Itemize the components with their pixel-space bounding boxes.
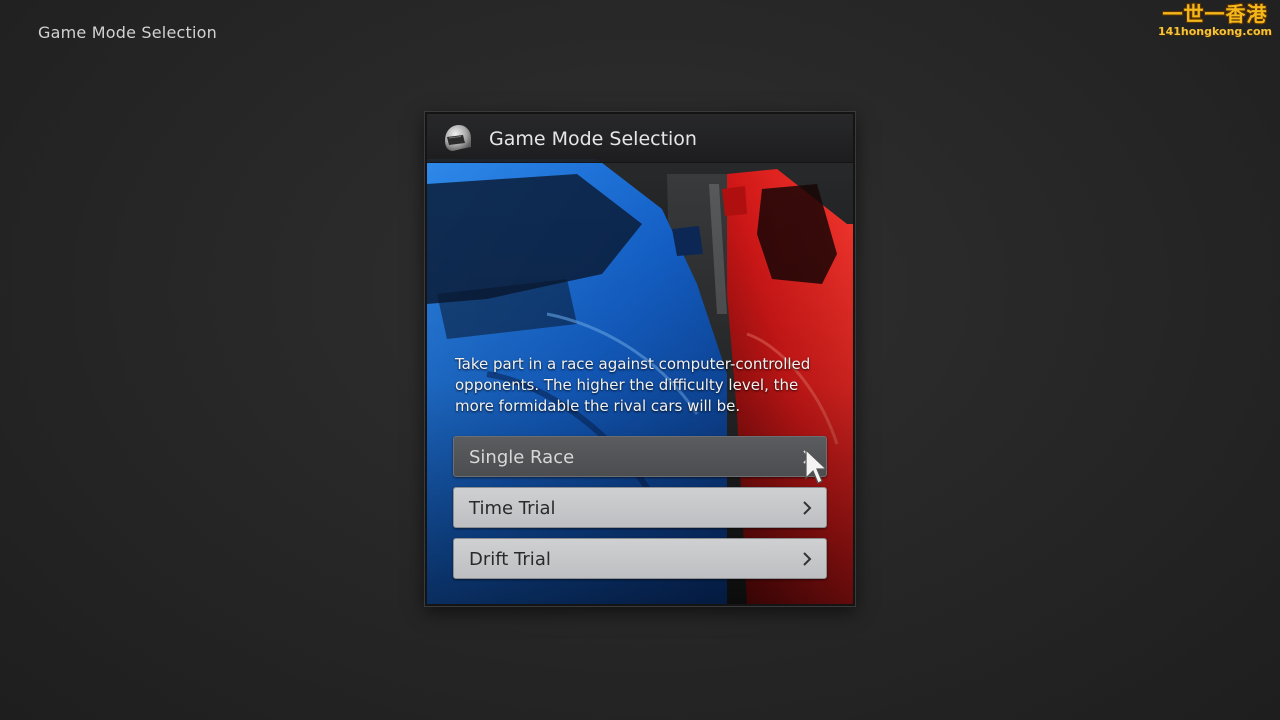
chevron-right-icon: [803, 552, 812, 566]
game-mode-panel: Game Mode Selection Take part in a race …: [425, 112, 855, 606]
single-race-button[interactable]: Single Race: [453, 436, 827, 477]
screen-title: Game Mode Selection: [38, 23, 217, 42]
panel-header: Game Mode Selection: [427, 114, 853, 163]
drift-trial-label: Drift Trial: [469, 549, 551, 570]
time-trial-button[interactable]: Time Trial: [453, 487, 827, 528]
chevron-right-icon: [803, 450, 812, 464]
panel-title: Game Mode Selection: [489, 128, 697, 150]
mode-description: Take part in a race against computer-con…: [455, 355, 811, 415]
chevron-right-icon: [803, 501, 812, 515]
single-race-label: Single Race: [469, 447, 575, 468]
helmet-icon: [445, 125, 471, 151]
time-trial-label: Time Trial: [469, 498, 556, 519]
watermark-logo: 一世一香港 141hongkong.com: [1158, 4, 1272, 37]
drift-trial-button[interactable]: Drift Trial: [453, 538, 827, 579]
watermark-text-cjk: 一世一香港: [1162, 2, 1268, 26]
mode-menu: Single Race Time Trial Drift Trial: [453, 436, 827, 589]
watermark-text-url: 141hongkong.com: [1157, 25, 1272, 38]
